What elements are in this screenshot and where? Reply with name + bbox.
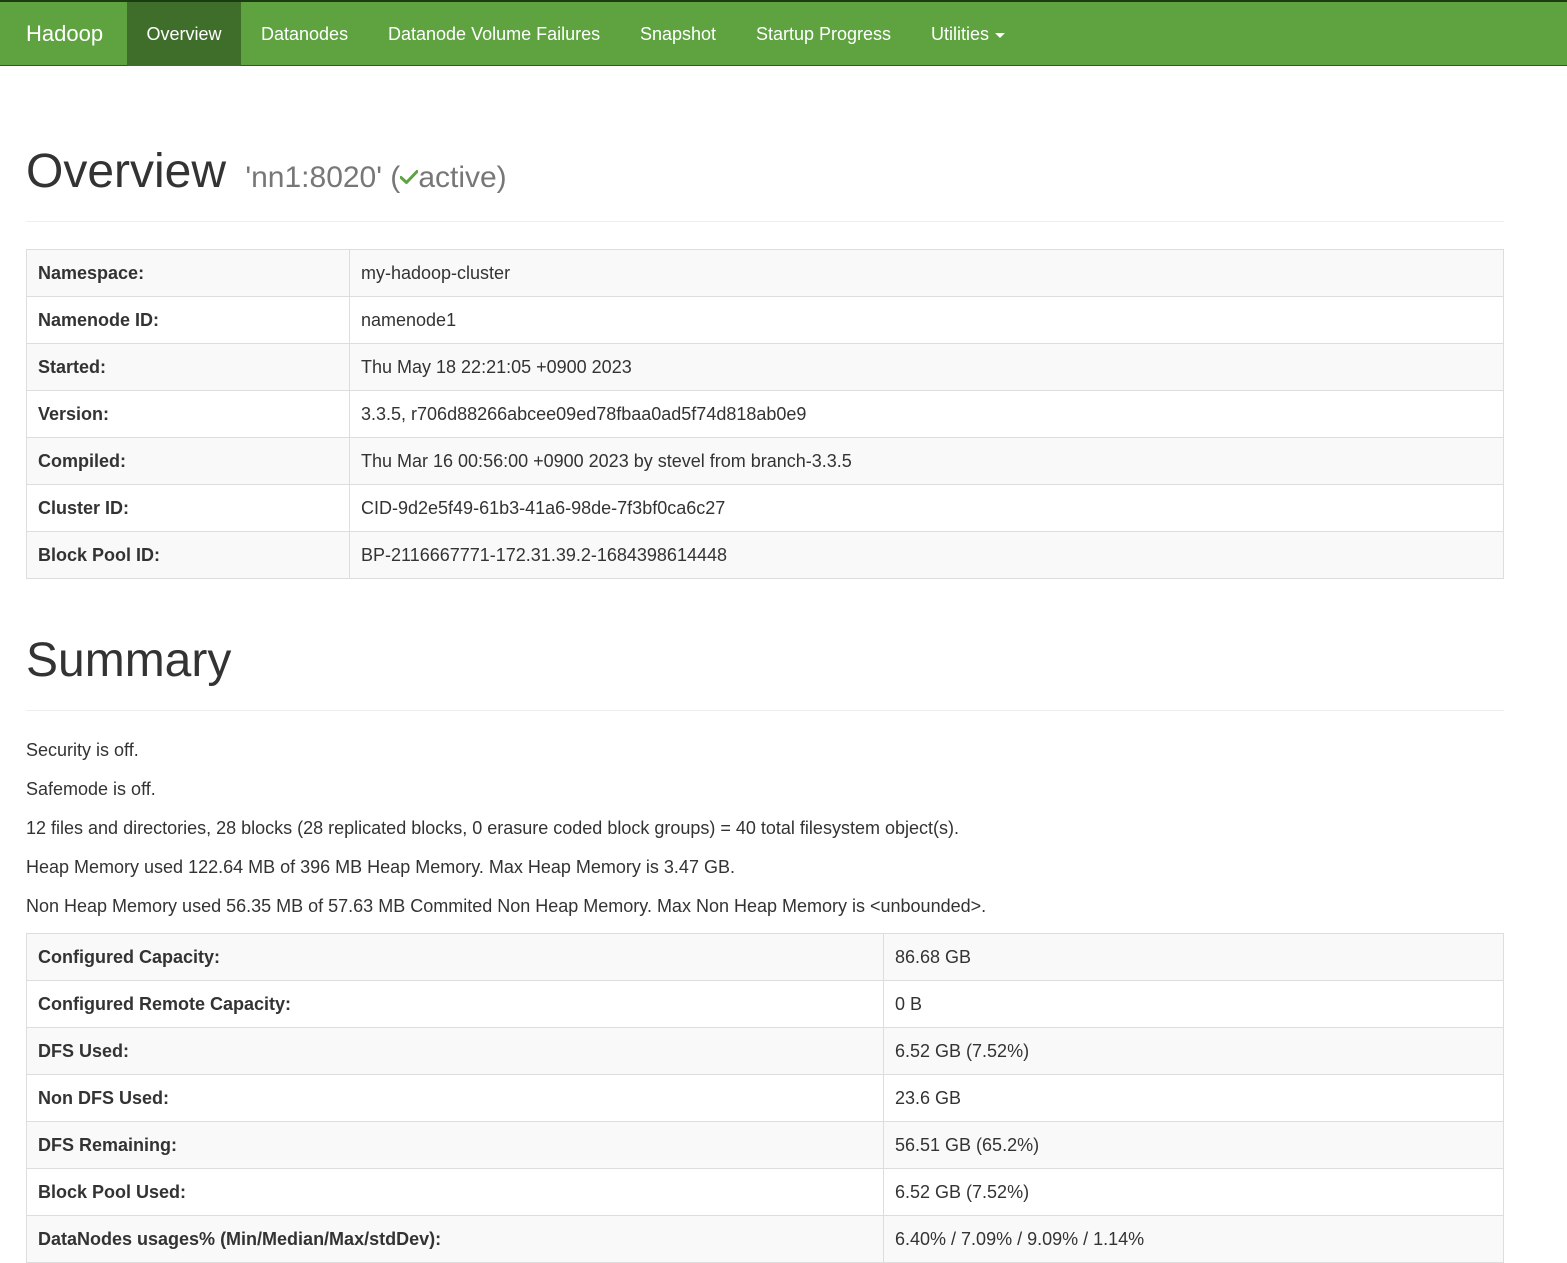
table-row: DataNodes usages% (Min/Median/Max/stdDev… bbox=[26, 1215, 1504, 1263]
row-value: 56.51 GB (65.2%) bbox=[883, 1121, 1504, 1169]
table-row: Configured Capacity: 86.68 GB bbox=[26, 933, 1504, 981]
table-row: Cluster ID: CID-9d2e5f49-61b3-41a6-98de-7… bbox=[26, 484, 1504, 532]
row-value: Thu May 18 22:21:05 +0900 2023 bbox=[349, 343, 1504, 391]
nav-dropdown-utilities[interactable]: Utilities bbox=[931, 2, 1006, 66]
heap-memory-summary: Heap Memory used 122.64 MB of 396 MB Hea… bbox=[26, 857, 735, 877]
row-value: my-hadoop-cluster bbox=[349, 249, 1504, 297]
row-label: DFS Used: bbox=[26, 1027, 884, 1075]
row-label: Cluster ID: bbox=[26, 484, 350, 532]
row-value: CID-9d2e5f49-61b3-41a6-98de-7f3bf0ca6c27 bbox=[349, 484, 1504, 532]
row-label: Block Pool ID: bbox=[26, 531, 350, 579]
table-row: Namespace: my-hadoop-cluster bbox=[26, 249, 1504, 297]
namenode-host: 'nn1:8020' ( bbox=[245, 161, 401, 194]
row-label: DFS Remaining: bbox=[26, 1121, 884, 1169]
row-label: Non DFS Used: bbox=[26, 1074, 884, 1122]
nav-tab-startup-progress[interactable]: Startup Progress bbox=[756, 2, 891, 66]
divider bbox=[26, 710, 1504, 711]
table-row: DFS Remaining: 56.51 GB (65.2%) bbox=[26, 1121, 1504, 1169]
overview-table: Namespace: my-hadoop-cluster Namenode ID: n… bbox=[26, 249, 1504, 579]
row-label: Configured Capacity: bbox=[26, 933, 884, 981]
caret-down-icon bbox=[995, 32, 1006, 38]
row-value: namenode1 bbox=[349, 296, 1504, 344]
top-navbar: Hadoop Overview Datanodes Datanode Volum… bbox=[0, 0, 1567, 66]
row-label: Started: bbox=[26, 343, 350, 391]
row-value: 6.52 GB (7.52%) bbox=[883, 1027, 1504, 1075]
nav-tab-datanodes[interactable]: Datanodes bbox=[261, 2, 348, 66]
row-label: Version: bbox=[26, 390, 350, 438]
table-row: DFS Used: 6.52 GB (7.52%) bbox=[26, 1027, 1504, 1075]
row-label: Namenode ID: bbox=[26, 296, 350, 344]
nav-tab-overview[interactable]: Overview bbox=[127, 2, 241, 66]
security-status: Security is off. bbox=[26, 740, 139, 760]
row-value: 6.40% / 7.09% / 9.09% / 1.14% bbox=[883, 1215, 1504, 1263]
row-label: Configured Remote Capacity: bbox=[26, 980, 884, 1028]
safemode-status: Safemode is off. bbox=[26, 779, 156, 799]
nav-tab-datanode-volume-failures[interactable]: Datanode Volume Failures bbox=[388, 2, 600, 66]
row-value: 0 B bbox=[883, 980, 1504, 1028]
summary-table: Configured Capacity: 86.68 GB Configured R… bbox=[26, 933, 1504, 1263]
overview-heading: Overview 'nn1:8020' ( active) bbox=[26, 148, 507, 196]
row-value: 3.3.5, r706d88266abcee09ed78fbaa0ad5f74d… bbox=[349, 390, 1504, 438]
row-label: DataNodes usages% (Min/Median/Max/stdDev… bbox=[26, 1215, 884, 1263]
row-value: 23.6 GB bbox=[883, 1074, 1504, 1122]
overview-title: Overview bbox=[26, 145, 227, 198]
table-row: Namenode ID: namenode1 bbox=[26, 296, 1504, 344]
check-icon bbox=[400, 170, 419, 185]
table-row: Block Pool Used: 6.52 GB (7.52%) bbox=[26, 1168, 1504, 1216]
table-row: Non DFS Used: 23.6 GB bbox=[26, 1074, 1504, 1122]
brand-logo[interactable]: Hadoop bbox=[26, 2, 103, 66]
table-row: Configured Remote Capacity: 0 B bbox=[26, 980, 1504, 1028]
divider bbox=[26, 221, 1504, 222]
table-row: Started: Thu May 18 22:21:05 +0900 2023 bbox=[26, 343, 1504, 391]
summary-title: Summary bbox=[26, 634, 232, 687]
nav-tab-snapshot[interactable]: Snapshot bbox=[640, 2, 716, 66]
row-value: 6.52 GB (7.52%) bbox=[883, 1168, 1504, 1216]
row-value: BP-2116667771-172.31.39.2-1684398614448 bbox=[349, 531, 1504, 579]
row-label: Block Pool Used: bbox=[26, 1168, 884, 1216]
namenode-state: active) bbox=[418, 161, 507, 194]
table-row: Version: 3.3.5, r706d88266abcee09ed78fbaa… bbox=[26, 390, 1504, 438]
row-value: Thu Mar 16 00:56:00 +0900 2023 by stevel… bbox=[349, 437, 1504, 485]
filesystem-objects-summary: 12 files and directories, 28 blocks (28 … bbox=[26, 818, 959, 838]
row-value: 86.68 GB bbox=[883, 933, 1504, 981]
table-row: Block Pool ID: BP-2116667771-172.31.39.2-… bbox=[26, 531, 1504, 579]
row-label: Namespace: bbox=[26, 249, 350, 297]
non-heap-memory-summary: Non Heap Memory used 56.35 MB of 57.63 M… bbox=[26, 896, 987, 916]
table-row: Compiled: Thu Mar 16 00:56:00 +0900 2023 … bbox=[26, 437, 1504, 485]
overview-subtitle: 'nn1:8020' ( active) bbox=[245, 161, 506, 194]
summary-heading: Summary bbox=[26, 637, 231, 685]
row-label: Compiled: bbox=[26, 437, 350, 485]
nav-dropdown-utilities-label: Utilities bbox=[931, 24, 990, 44]
